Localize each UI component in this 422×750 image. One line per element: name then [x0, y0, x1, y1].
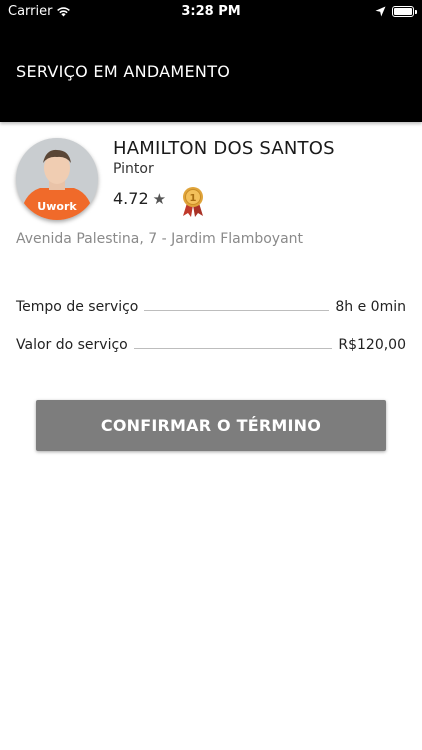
service-price-label: Valor do serviço — [16, 337, 128, 353]
page-title: SERVIÇO EM ANDAMENTO — [16, 62, 231, 81]
service-time-value: 8h e 0min — [335, 299, 406, 315]
divider-line — [144, 309, 330, 311]
medal-icon: 1 — [183, 187, 203, 217]
provider-name: HAMILTON DOS SANTOS — [113, 138, 335, 159]
status-left: Carrier — [8, 4, 71, 19]
rating: 4.72 ★ — [113, 189, 166, 208]
location-arrow-icon — [375, 6, 386, 16]
shirt-text: Uwork — [37, 200, 77, 213]
status-right — [375, 5, 417, 17]
confirm-completion-button[interactable]: CONFIRMAR O TÉRMINO — [36, 400, 386, 451]
service-price-value: R$120,00 — [338, 337, 406, 353]
carrier-label: Carrier — [8, 3, 53, 19]
rating-value: 4.72 — [113, 189, 149, 208]
app-header: SERVIÇO EM ANDAMENTO — [0, 22, 422, 122]
star-icon: ★ — [152, 189, 167, 208]
battery-icon — [392, 5, 417, 17]
provider-address: Avenida Palestina, 7 - Jardim Flamboyant — [16, 231, 304, 247]
service-price-row: Valor do serviço R$120,00 — [16, 337, 406, 353]
provider-role: Pintor — [113, 161, 154, 177]
service-time-label: Tempo de serviço — [16, 299, 139, 315]
wifi-icon — [57, 6, 71, 16]
divider-line — [133, 347, 333, 349]
service-time-row: Tempo de serviço 8h e 0min — [16, 299, 406, 315]
battery-fill — [394, 7, 412, 15]
status-bar: Carrier 3:28 PM — [0, 0, 422, 22]
avatar: Uwork — [16, 138, 98, 220]
svg-text:1: 1 — [190, 193, 197, 204]
avatar-photo: Uwork — [16, 138, 98, 220]
